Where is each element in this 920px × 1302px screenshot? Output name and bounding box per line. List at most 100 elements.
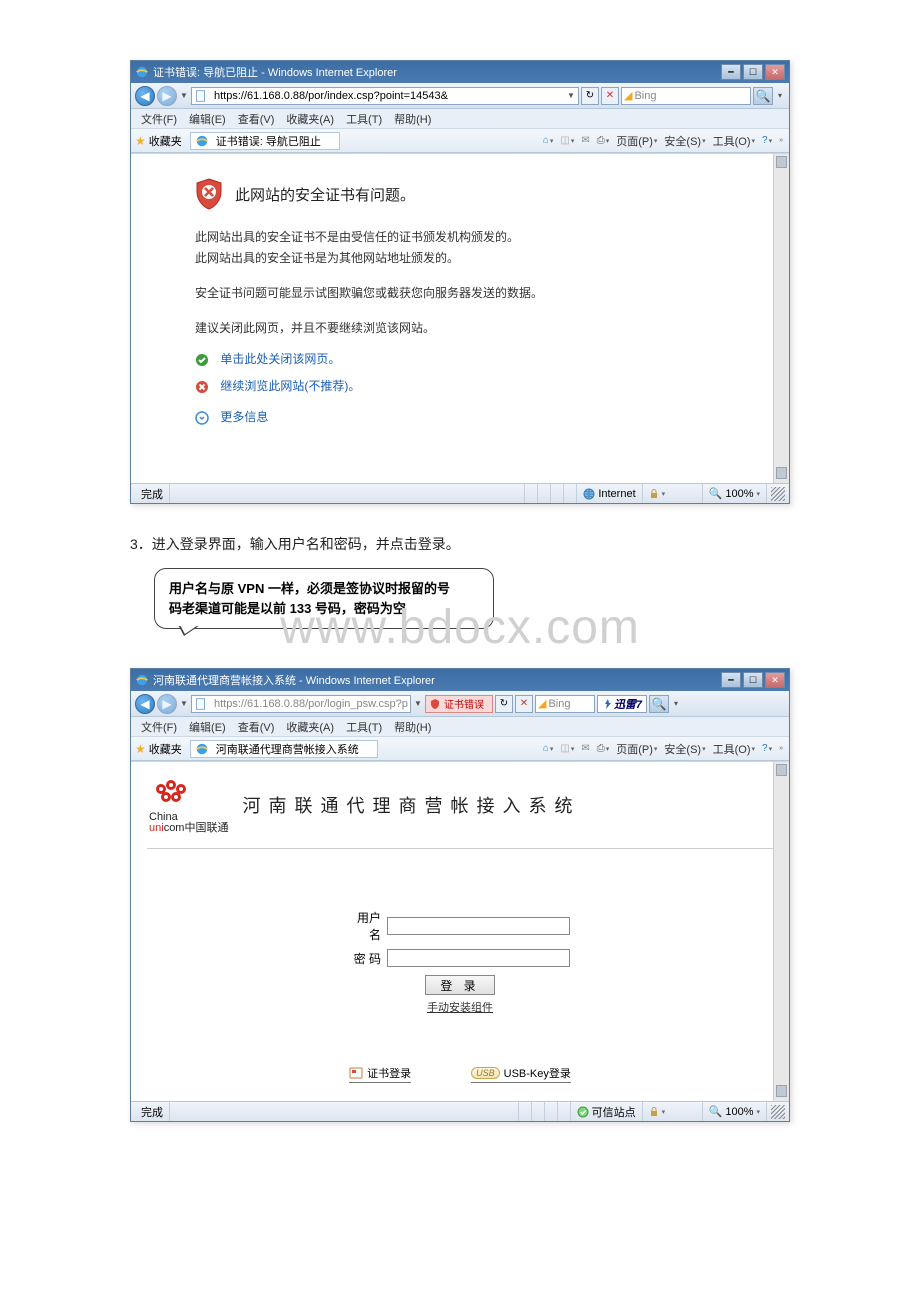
history-dropdown[interactable]: ▼	[179, 699, 189, 708]
search-box[interactable]: ◢ Bing	[535, 695, 595, 713]
menu-edit[interactable]: 编辑(E)	[185, 719, 230, 735]
search-go-button[interactable]: 🔍	[649, 695, 669, 713]
command-bar: ⌂▾ ◫▾ ✉ ⎙▾ 页面(P)▾ 安全(S)▾ 工具(O)▾ ?▾ »	[541, 741, 785, 757]
feeds-button[interactable]: ◫▾	[558, 743, 576, 754]
resize-grip[interactable]	[771, 487, 785, 501]
help-button[interactable]: ?▾	[760, 135, 774, 146]
menu-tools[interactable]: 工具(T)	[342, 111, 386, 127]
login-button[interactable]: 登 录	[425, 975, 495, 995]
url-field[interactable]: https://61.168.0.88/por/index.csp?point=…	[191, 87, 579, 105]
mail-button[interactable]: ✉	[579, 135, 591, 146]
username-input[interactable]	[387, 917, 570, 935]
url-dropdown[interactable]: ▼	[413, 699, 423, 708]
menu-edit[interactable]: 编辑(E)	[185, 111, 230, 127]
browser-tab[interactable]: 证书错误: 导航已阻止	[190, 132, 340, 150]
forward-button[interactable]: ▶	[157, 694, 177, 714]
close-webpage-link[interactable]: 单击此处关闭该网页。	[220, 352, 340, 366]
lock-icon	[649, 489, 659, 499]
forward-button[interactable]: ▶	[157, 86, 177, 106]
continue-link[interactable]: 继续浏览此网站(不推荐)。	[220, 379, 360, 393]
scrollbar-vertical[interactable]	[773, 154, 789, 483]
refresh-button[interactable]: ↻	[581, 87, 599, 105]
search-box[interactable]: ◢ Bing	[621, 87, 751, 105]
search-dropdown[interactable]: ▾	[671, 699, 681, 708]
check-icon	[195, 353, 209, 367]
maximize-button[interactable]: ☐	[743, 64, 763, 80]
lock-icon	[649, 1107, 659, 1117]
tab-ie-icon	[195, 134, 209, 148]
page-menu[interactable]: 页面(P)▾	[614, 133, 659, 149]
logo-chinese: unicom中国联通	[149, 823, 228, 834]
menu-view[interactable]: 查看(V)	[234, 719, 279, 735]
stop-button[interactable]: ✕	[601, 87, 619, 105]
separator	[147, 848, 773, 849]
more-info-link[interactable]: 更多信息	[220, 410, 268, 424]
safety-menu[interactable]: 安全(S)▾	[662, 133, 707, 149]
cert-error-badge[interactable]: 证书错误	[425, 695, 493, 713]
usb-login-link[interactable]: USB USB-Key登录	[471, 1065, 571, 1083]
tools-menu[interactable]: 工具(O)▾	[711, 133, 757, 149]
page-menu[interactable]: 页面(P)▾	[614, 741, 659, 757]
feeds-button[interactable]: ◫▾	[558, 135, 576, 146]
close-button[interactable]: ✕	[765, 64, 785, 80]
protected-mode[interactable]: ▾	[643, 484, 703, 503]
minimize-button[interactable]: ━	[721, 64, 741, 80]
resize-grip[interactable]	[771, 1105, 785, 1119]
tools-menu[interactable]: 工具(O)▾	[711, 741, 757, 757]
back-button[interactable]: ◀	[135, 694, 155, 714]
favorites-star-icon[interactable]: ★	[135, 134, 146, 148]
menu-help[interactable]: 帮助(H)	[390, 111, 435, 127]
zoom-control[interactable]: 🔍 100% ▾	[703, 1102, 767, 1121]
menu-help[interactable]: 帮助(H)	[390, 719, 435, 735]
cert-error-heading: 此网站的安全证书有问题。	[235, 184, 415, 205]
shield-error-icon	[195, 178, 223, 210]
window-title: 河南联通代理商营帐接入系统 - Windows Internet Explore…	[153, 672, 721, 688]
menu-view[interactable]: 查看(V)	[234, 111, 279, 127]
print-button[interactable]: ⎙▾	[595, 743, 612, 754]
titlebar: 河南联通代理商营帐接入系统 - Windows Internet Explore…	[131, 669, 789, 691]
help-button[interactable]: ?▾	[760, 743, 774, 754]
maximize-button[interactable]: ☐	[743, 672, 763, 688]
home-button[interactable]: ⌂▾	[541, 743, 556, 754]
url-field[interactable]: https://61.168.0.88/por/login_psw.csp?po…	[191, 695, 411, 713]
favorites-label[interactable]: 收藏夹	[149, 133, 182, 149]
back-button[interactable]: ◀	[135, 86, 155, 106]
zone-indicator[interactable]: 可信站点	[571, 1102, 643, 1121]
chevron-more[interactable]: »	[777, 745, 785, 752]
menu-favorites[interactable]: 收藏夹(A)	[282, 111, 338, 127]
search-go-button[interactable]: 🔍	[753, 87, 773, 105]
close-button[interactable]: ✕	[765, 672, 785, 688]
cert-login-link[interactable]: 证书登录	[349, 1065, 411, 1083]
zoom-control[interactable]: 🔍 100% ▾	[703, 484, 767, 503]
stop-button[interactable]: ✕	[515, 695, 533, 713]
url-text: https://61.168.0.88/por/index.csp?point=…	[214, 90, 564, 102]
scrollbar-vertical[interactable]	[773, 762, 789, 1101]
status-done: 完成	[135, 484, 170, 503]
minimize-button[interactable]: ━	[721, 672, 741, 688]
home-button[interactable]: ⌂▾	[541, 135, 556, 146]
refresh-button[interactable]: ↻	[495, 695, 513, 713]
favorites-star-icon[interactable]: ★	[135, 742, 146, 756]
ie-icon	[135, 673, 149, 687]
protected-mode[interactable]: ▾	[643, 1102, 703, 1121]
print-button[interactable]: ⎙▾	[595, 135, 612, 146]
callout-wrapper: 用户名与原 VPN 一样，必须是签协议时报留的号 码老渠道可能是以前 133 号…	[130, 568, 790, 648]
chevron-more[interactable]: »	[777, 137, 785, 144]
search-dropdown[interactable]: ▾	[775, 91, 785, 100]
zone-indicator[interactable]: Internet	[577, 484, 642, 503]
menu-tools[interactable]: 工具(T)	[342, 719, 386, 735]
safety-menu[interactable]: 安全(S)▾	[662, 741, 707, 757]
history-dropdown[interactable]: ▼	[179, 91, 189, 100]
menu-file[interactable]: 文件(F)	[137, 719, 181, 735]
mail-button[interactable]: ✉	[579, 743, 591, 754]
browser-tab[interactable]: 河南联通代理商营帐接入系统	[190, 740, 378, 758]
favorites-label[interactable]: 收藏夹	[149, 741, 182, 757]
password-input[interactable]	[387, 949, 570, 967]
manual-install-link[interactable]: 手动安装组件	[350, 999, 570, 1015]
xunlei-badge[interactable]: 迅雷7	[597, 695, 647, 713]
menu-file[interactable]: 文件(F)	[137, 111, 181, 127]
login-form: 用户名 密 码 登 录 手动安装组件	[350, 909, 570, 1015]
password-label: 密 码	[350, 950, 381, 967]
menu-favorites[interactable]: 收藏夹(A)	[282, 719, 338, 735]
url-dropdown[interactable]: ▼	[566, 91, 576, 100]
